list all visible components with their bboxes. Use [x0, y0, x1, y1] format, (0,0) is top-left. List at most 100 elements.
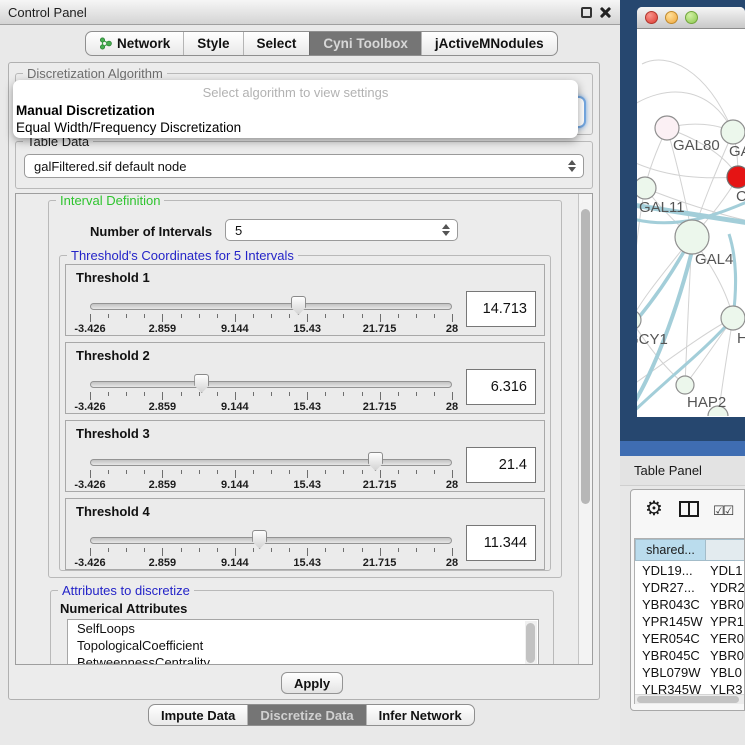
- slider-track[interactable]: [90, 537, 452, 544]
- cell-name[interactable]: YDR2: [706, 579, 744, 596]
- table-row[interactable]: YDL19...YDL1: [635, 562, 744, 579]
- slider-handle[interactable]: [368, 452, 383, 471]
- threshold-3-value-field[interactable]: 21.4: [466, 447, 536, 483]
- cell-shared-name[interactable]: YER054C: [635, 630, 706, 647]
- table-data-combobox[interactable]: galFiltered.sif default node: [24, 154, 584, 178]
- network-node-selected[interactable]: [727, 166, 745, 188]
- cell-name[interactable]: YER0: [706, 630, 744, 647]
- algorithm-dropdown-popup: Select algorithm to view settings Manual…: [13, 80, 578, 138]
- table-row[interactable]: YBR043CYBR0: [635, 596, 744, 613]
- horizontal-scrollbar[interactable]: [635, 694, 744, 704]
- dropdown-option-equal-width-frequency[interactable]: Equal Width/Frequency Discretization: [13, 119, 578, 136]
- cell-shared-name[interactable]: YBR043C: [635, 596, 706, 613]
- control-panel-tab-bar: Network Style Select Cyni Toolbox jActiv…: [85, 31, 558, 56]
- slider-handle[interactable]: [252, 530, 267, 549]
- threshold-1-value-field[interactable]: 14.713: [466, 291, 536, 327]
- threshold-2-value-field[interactable]: 6.316: [466, 369, 536, 405]
- threshold-2-slider[interactable]: -3.4262.8599.14415.4321.71528: [90, 365, 452, 415]
- tab-network[interactable]: Network: [86, 32, 183, 55]
- threshold-1-slider[interactable]: -3.4262.8599.14415.4321.71528: [90, 287, 452, 337]
- node-label: GAL80: [673, 137, 720, 154]
- cell-name[interactable]: YBR0: [706, 647, 744, 664]
- numerical-attributes-list[interactable]: SelfLoops TopologicalCoefficient Between…: [67, 619, 539, 665]
- network-node[interactable]: [675, 220, 709, 254]
- threshold-label: Threshold 4: [76, 504, 150, 519]
- tab-infer-network[interactable]: Infer Network: [366, 705, 474, 725]
- network-window-titlebar[interactable]: [637, 7, 745, 29]
- threshold-label: Threshold 2: [76, 348, 150, 363]
- control-panel-titlebar: Control Panel: [0, 0, 620, 25]
- panel-scrollbar[interactable]: [578, 194, 592, 664]
- scrollbar-thumb[interactable]: [581, 209, 590, 504]
- zoom-traffic-icon[interactable]: [685, 11, 698, 24]
- tab-select[interactable]: Select: [243, 32, 310, 55]
- slider-handle[interactable]: [291, 296, 306, 315]
- close-icon[interactable]: [599, 6, 611, 18]
- slider-ticks: [90, 470, 452, 479]
- table-row[interactable]: YER054CYER0: [635, 630, 744, 647]
- cell-shared-name[interactable]: YPR145W: [635, 613, 706, 630]
- table-row[interactable]: YDR27...YDR2: [635, 579, 744, 596]
- network-node[interactable]: [676, 376, 694, 394]
- float-icon[interactable]: [581, 7, 592, 18]
- close-traffic-icon[interactable]: [645, 11, 658, 24]
- num-intervals-combobox[interactable]: 5: [225, 219, 458, 241]
- node-attribute-table: shared... na YDL19...YDL1 YDR27...YDR2 Y…: [634, 538, 744, 704]
- cell-name[interactable]: YDL1: [706, 562, 743, 579]
- cell-shared-name[interactable]: YDL19...: [635, 562, 706, 579]
- list-item[interactable]: SelfLoops: [68, 620, 538, 637]
- cell-shared-name[interactable]: YLR345W: [635, 681, 706, 694]
- apply-button[interactable]: Apply: [281, 672, 343, 694]
- table-row[interactable]: YPR145WYPR1: [635, 613, 744, 630]
- dropdown-hint: Select algorithm to view settings: [13, 85, 578, 102]
- cell-name[interactable]: YPR1: [706, 613, 744, 630]
- slider-track[interactable]: [90, 303, 452, 310]
- table-header-row: shared... na: [635, 539, 744, 561]
- select-columns-icon[interactable]: ☑☑: [713, 503, 732, 519]
- cell-name[interactable]: YLR3: [706, 681, 743, 694]
- cell-shared-name[interactable]: YBR045C: [635, 647, 706, 664]
- group-title: Attributes to discretize: [58, 583, 194, 598]
- slider-track[interactable]: [90, 381, 452, 388]
- table-row[interactable]: YLR345WYLR3: [635, 681, 744, 694]
- column-header-shared-name[interactable]: shared...: [635, 539, 706, 561]
- network-node[interactable]: [721, 306, 745, 330]
- settings-scroll-area: Interval Definition Number of Intervals …: [15, 193, 593, 665]
- list-item[interactable]: TopologicalCoefficient: [68, 637, 538, 654]
- network-node[interactable]: [721, 120, 745, 144]
- table-row[interactable]: YBR045CYBR0: [635, 647, 744, 664]
- scrollbar-thumb[interactable]: [637, 696, 739, 703]
- threshold-3-slider[interactable]: -3.4262.8599.14415.4321.71528: [90, 443, 452, 493]
- tab-style[interactable]: Style: [183, 32, 242, 55]
- bottom-tab-bar: Impute Data Discretize Data Infer Networ…: [148, 704, 475, 726]
- tab-impute-data[interactable]: Impute Data: [149, 705, 247, 725]
- cell-name[interactable]: YBL0: [706, 664, 742, 681]
- network-canvas[interactable]: GAL80 GA C GAL11 GAL4 GCY1 H HAP2: [637, 29, 745, 416]
- split-columns-icon[interactable]: [679, 501, 699, 517]
- gear-icon[interactable]: ⚙: [645, 496, 663, 521]
- column-header-name[interactable]: na: [706, 539, 744, 561]
- dropdown-option-manual-discretization[interactable]: Manual Discretization: [13, 102, 578, 119]
- table-data-group: Table Data galFiltered.sif default node: [15, 141, 593, 189]
- table-row[interactable]: YBL079WYBL0: [635, 664, 744, 681]
- cell-shared-name[interactable]: YBL079W: [635, 664, 706, 681]
- cell-name[interactable]: YBR0: [706, 596, 744, 613]
- thresholds-group: Threshold's Coordinates for 5 Intervals …: [59, 255, 551, 571]
- tab-discretize-data[interactable]: Discretize Data: [247, 705, 365, 725]
- cell-shared-name[interactable]: YDR27...: [635, 579, 706, 596]
- list-scrollbar[interactable]: [525, 621, 537, 665]
- minimize-traffic-icon[interactable]: [665, 11, 678, 24]
- list-item[interactable]: BetweennessCentrality: [68, 654, 538, 665]
- threshold-4-slider[interactable]: -3.4262.8599.14415.4321.71528: [90, 521, 452, 571]
- slider-track[interactable]: [90, 459, 452, 466]
- threshold-4-value-field[interactable]: 11.344: [466, 525, 536, 561]
- slider-handle[interactable]: [194, 374, 209, 393]
- node-label: H: [737, 330, 745, 347]
- threshold-label: Threshold 3: [76, 426, 150, 441]
- network-window[interactable]: GAL80 GA C GAL11 GAL4 GCY1 H HAP2: [637, 7, 745, 417]
- scrollbar-thumb[interactable]: [526, 623, 535, 663]
- network-node[interactable]: [637, 177, 656, 199]
- tab-cyni-toolbox[interactable]: Cyni Toolbox: [309, 32, 421, 55]
- tab-jactivemnodules[interactable]: jActiveMNodules: [421, 32, 557, 55]
- combobox-value: galFiltered.sif default node: [25, 159, 186, 174]
